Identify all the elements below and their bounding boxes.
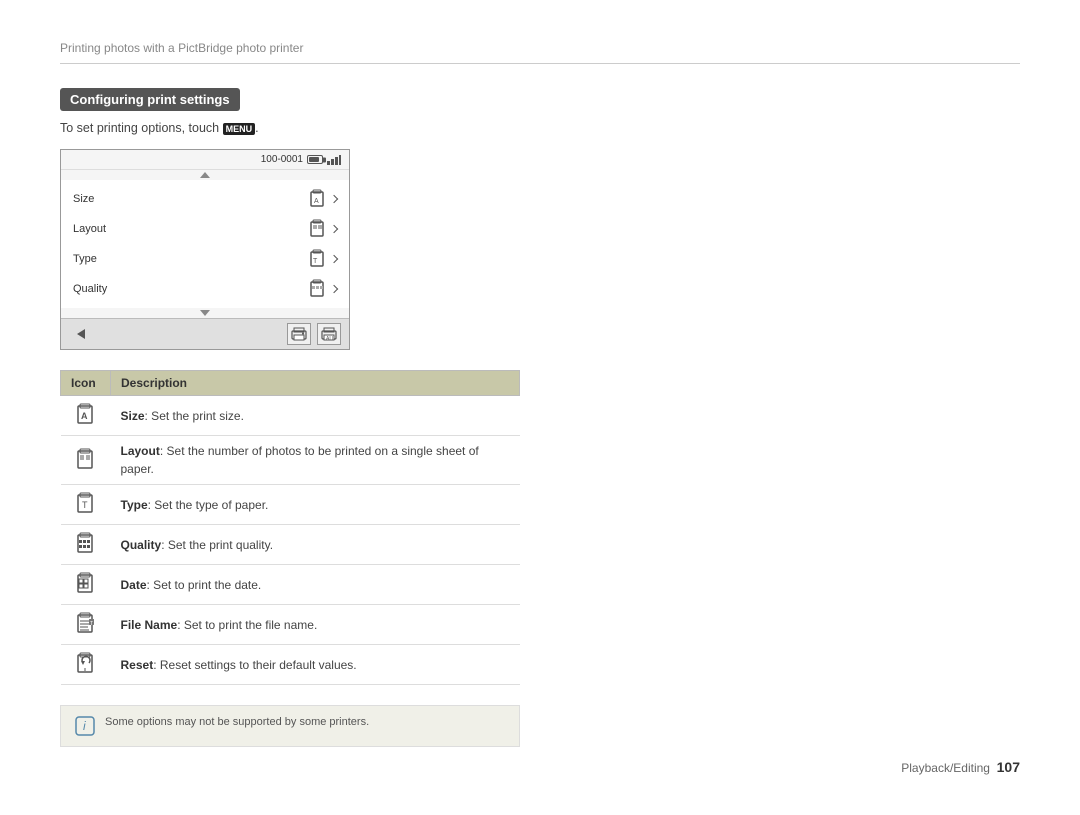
page-number: 107 xyxy=(997,759,1020,775)
battery-icon xyxy=(307,155,323,164)
table-row: Layout: Set the number of photos to be p… xyxy=(61,436,520,485)
page-footer: Playback/Editing 107 xyxy=(901,759,1020,775)
print-all-icon: ALL xyxy=(321,327,337,341)
desc-cell-layout: Layout: Set the number of photos to be p… xyxy=(111,436,520,485)
icon-cell-type: T xyxy=(61,485,111,525)
note-text: Some options may not be supported by som… xyxy=(105,716,369,728)
svg-text:A: A xyxy=(314,198,319,205)
chevron-right-icon xyxy=(330,195,338,203)
desc-cell-reset: Reset: Reset settings to their default v… xyxy=(111,645,520,685)
back-button[interactable] xyxy=(69,324,97,344)
footer-label: Playback/Editing xyxy=(901,761,990,775)
menu-row-layout[interactable]: Layout xyxy=(61,214,349,244)
desc-cell-date: Date: Set to print the date. xyxy=(111,565,520,605)
print-button[interactable] xyxy=(287,323,311,345)
table-header-icon: Icon xyxy=(61,371,111,396)
menu-label-quality: Quality xyxy=(73,283,309,295)
note-icon: i xyxy=(75,716,95,736)
icon-cell-layout xyxy=(61,436,111,485)
reset-icon xyxy=(75,651,97,675)
camera-bottom-icons: ALL xyxy=(287,323,341,345)
menu-label-layout: Layout xyxy=(73,223,309,235)
menu-row-quality[interactable]: Quality xyxy=(61,274,349,304)
back-arrow-icon xyxy=(77,329,89,339)
print-all-button[interactable]: ALL xyxy=(317,323,341,345)
quality-icon-small xyxy=(309,279,327,299)
camera-menu-body: Size A Layout xyxy=(61,180,349,308)
icon-cell-quality xyxy=(61,525,111,565)
printer-icon xyxy=(291,327,307,341)
camera-bottom-bar: ALL xyxy=(61,318,349,349)
svg-text:i: i xyxy=(83,719,86,733)
table-header-desc: Description xyxy=(111,371,520,396)
icon-cell-size: A xyxy=(61,396,111,436)
breadcrumb: Printing photos with a PictBridge photo … xyxy=(60,41,303,55)
menu-row-type[interactable]: Type T xyxy=(61,244,349,274)
settings-table: Icon Description A Size: Set the print s… xyxy=(60,370,520,685)
size-icon: A xyxy=(75,402,97,426)
menu-row-size[interactable]: Size A xyxy=(61,184,349,214)
info-icon: i xyxy=(75,716,95,736)
scroll-down xyxy=(61,308,349,318)
menu-label-type: Type xyxy=(73,253,309,265)
file-number: 100-0001 xyxy=(261,154,303,165)
table-row: Date: Set to print the date. xyxy=(61,565,520,605)
icon-cell-date xyxy=(61,565,111,605)
table-row: Quality: Set the print quality. xyxy=(61,525,520,565)
scroll-down-arrow xyxy=(200,310,210,316)
layout-icon-small xyxy=(309,219,327,239)
desc-cell-size: Size: Set the print size. xyxy=(111,396,520,436)
icon-cell-filename: T xyxy=(61,605,111,645)
signal-icon xyxy=(327,155,341,165)
svg-text:A: A xyxy=(81,411,88,421)
filename-icon: T xyxy=(75,611,97,635)
table-row: T Type: Set the type of paper. xyxy=(61,485,520,525)
desc-cell-filename: File Name: Set to print the file name. xyxy=(111,605,520,645)
chevron-right-icon xyxy=(330,225,338,233)
svg-text:T: T xyxy=(90,621,93,627)
page-header: Printing photos with a PictBridge photo … xyxy=(60,40,1020,64)
svg-text:T: T xyxy=(82,500,88,510)
date-icon xyxy=(75,571,97,595)
size-icon-small: A xyxy=(309,189,327,209)
section-heading: Configuring print settings xyxy=(60,88,240,111)
scroll-up xyxy=(61,170,349,180)
table-row: T File Name: Set to print the file name. xyxy=(61,605,520,645)
layout-icon xyxy=(75,447,97,471)
chevron-right-icon xyxy=(330,285,338,293)
camera-screen-header: 100-0001 xyxy=(61,150,349,170)
desc-cell-quality: Quality: Set the print quality. xyxy=(111,525,520,565)
svg-text:ALL: ALL xyxy=(326,336,335,341)
table-row: Reset: Reset settings to their default v… xyxy=(61,645,520,685)
desc-cell-type: Type: Set the type of paper. xyxy=(111,485,520,525)
camera-screen: 100-0001 Size xyxy=(60,149,350,350)
svg-text:T: T xyxy=(313,258,318,265)
chevron-right-icon xyxy=(330,255,338,263)
file-info: 100-0001 xyxy=(261,154,341,165)
note-box: i Some options may not be supported by s… xyxy=(60,705,520,747)
instruction-text: To set printing options, touch MENU. xyxy=(60,121,1020,135)
menu-keyword: MENU xyxy=(223,123,256,135)
type-icon-small: T xyxy=(309,249,327,269)
icon-cell-reset xyxy=(61,645,111,685)
table-row: A Size: Set the print size. xyxy=(61,396,520,436)
quality-icon xyxy=(75,531,97,555)
type-icon: T xyxy=(75,491,97,515)
menu-label-size: Size xyxy=(73,193,309,205)
page: Printing photos with a PictBridge photo … xyxy=(0,0,1080,815)
scroll-up-arrow xyxy=(200,172,210,178)
